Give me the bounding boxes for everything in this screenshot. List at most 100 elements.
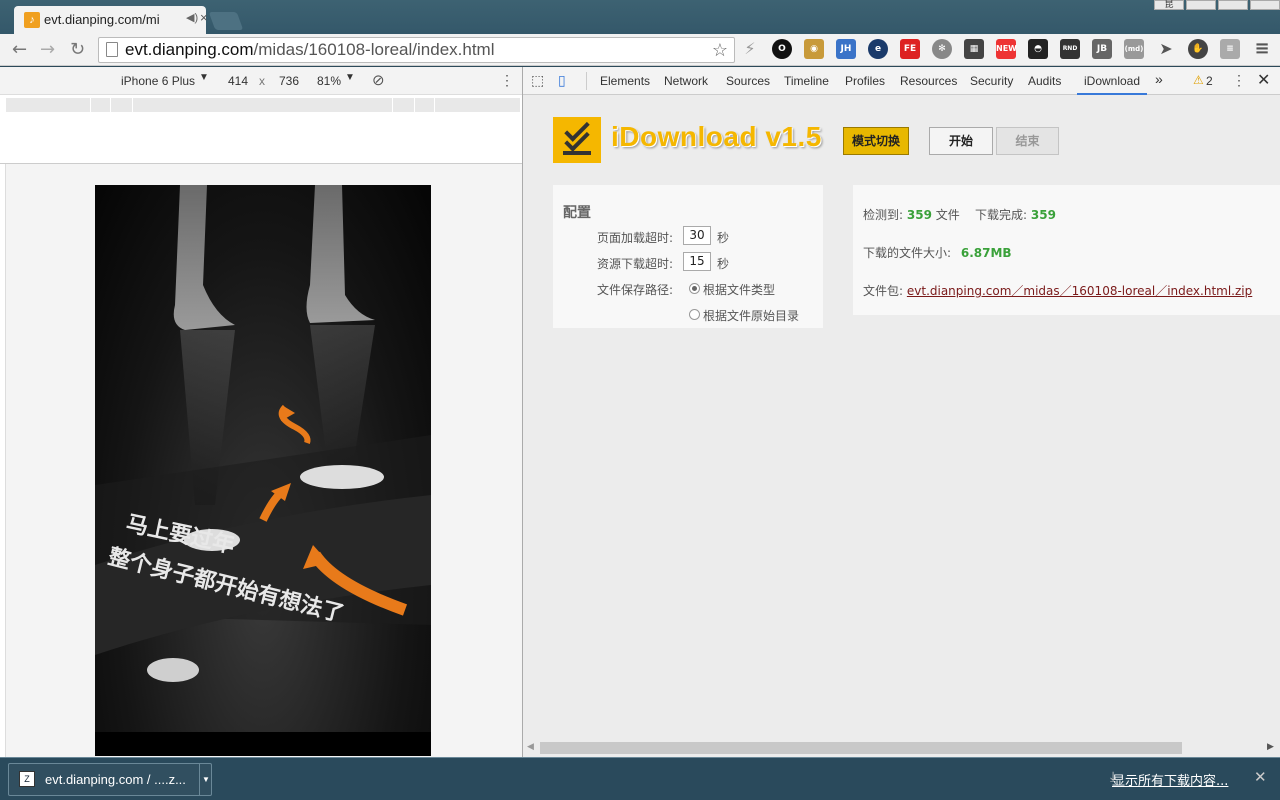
done-count: 359 <box>1030 208 1056 222</box>
device-width[interactable]: 414 <box>228 74 248 88</box>
md-extension-icon[interactable]: (md) <box>1124 39 1144 59</box>
tab-elements[interactable]: Elements <box>600 74 650 88</box>
close-devtools-icon[interactable]: ✕ <box>1257 70 1270 90</box>
right-foot <box>306 185 375 323</box>
scroll-left-icon[interactable]: ◀ <box>527 742 534 752</box>
minimize-button[interactable] <box>1186 0 1216 10</box>
devtools-menu-icon[interactable]: ⋮ <box>1232 72 1246 89</box>
page-timeout-label: 页面加载超时: <box>597 231 674 245</box>
detected-unit: 文件 <box>935 208 960 222</box>
more-tabs-icon[interactable]: » <box>1155 71 1163 87</box>
devtools-tab-bar: ⬚ ▯ Elements Network Sources Timeline Pr… <box>523 67 1280 95</box>
dimension-separator: x <box>259 74 265 88</box>
radio-by-type[interactable] <box>689 283 700 294</box>
device-mode-icon[interactable]: ▯ <box>558 72 566 89</box>
scrollbar-thumb[interactable] <box>540 742 1182 754</box>
reload-icon[interactable]: ↻ <box>70 39 85 60</box>
warning-icon[interactable]: ⚠ <box>1193 73 1204 87</box>
new-tab-button[interactable] <box>208 12 244 30</box>
tab-audits[interactable]: Audits <box>1028 74 1061 88</box>
scroll-right-icon[interactable]: ▶ <box>1267 742 1274 752</box>
done-line: 下载完成: 359 <box>975 206 1056 223</box>
tab-title: evt.dianping.com/mi <box>44 12 160 27</box>
white-footprint <box>300 465 384 489</box>
media-query-ruler[interactable] <box>6 98 520 112</box>
warning-count[interactable]: 2 <box>1206 74 1213 88</box>
resource-timeout-input[interactable]: 15 <box>683 252 711 271</box>
cursor-extension-icon[interactable]: ➤ <box>1156 39 1176 59</box>
hand-extension-icon[interactable]: ✋ <box>1188 39 1208 59</box>
download-extension-icon[interactable]: ≡ <box>1220 39 1240 59</box>
more-options-icon[interactable]: ⋮ <box>500 72 514 89</box>
white-footprint <box>147 658 199 682</box>
browser-tab[interactable]: ♪ evt.dianping.com/mi ◀) × <box>14 6 208 34</box>
detected-line: 检测到: 359 文件 <box>863 206 960 223</box>
size-line: 下载的文件大小: 6.87MB <box>863 244 1012 261</box>
download-item[interactable]: Z evt.dianping.com / ....z... ▼ <box>8 763 212 796</box>
tab-profiles[interactable]: Profiles <box>845 74 885 88</box>
config-box: 配置 页面加载超时: 30 秒 资源下载超时: 15 秒 文件保存路径: 根据文… <box>553 185 823 328</box>
close-tab-icon[interactable]: × <box>200 10 208 25</box>
circle-extension-icon[interactable]: O <box>772 39 792 59</box>
cookie-extension-icon[interactable]: ◉ <box>804 39 824 59</box>
download-options-icon[interactable]: ▼ <box>199 764 212 795</box>
download-item-name: evt.dianping.com / ....z... <box>45 772 186 787</box>
device-height[interactable]: 736 <box>279 74 299 88</box>
config-heading: 配置 <box>563 205 591 221</box>
idownload-title: iDownload v1.5 <box>611 121 822 152</box>
radio-by-original-label[interactable]: 根据文件原始目录 <box>703 307 799 324</box>
tab-security[interactable]: Security <box>970 74 1013 88</box>
address-bar[interactable]: evt.dianping.com/midas/160108-loreal/ind… <box>98 37 735 63</box>
inspect-element-icon[interactable]: ⬚ <box>531 72 544 89</box>
tab-timeline[interactable]: Timeline <box>784 74 829 88</box>
user-badge[interactable]: 昆 <box>1154 0 1184 10</box>
tab-sources[interactable]: Sources <box>726 74 770 88</box>
spy-extension-icon[interactable]: ◓ <box>1028 39 1048 59</box>
radio-by-original[interactable] <box>689 309 700 320</box>
tab-idownload[interactable]: iDownload <box>1077 74 1148 95</box>
window-controls: 昆 <box>1152 0 1280 10</box>
jb-extension-icon[interactable]: JB <box>1092 39 1112 59</box>
bookmark-star-icon[interactable]: ☆ <box>712 38 728 62</box>
resource-timeout-label: 资源下载超时: <box>597 257 674 271</box>
download-shelf: Z evt.dianping.com / ....z... ▼ ⤓ 显示所有下载… <box>0 757 1280 800</box>
rotate-icon[interactable]: ⊘ <box>372 71 385 89</box>
gear-extension-icon[interactable]: ✻ <box>932 39 952 59</box>
tab-resources[interactable]: Resources <box>900 74 957 88</box>
forward-arrow-icon[interactable]: → <box>40 39 55 60</box>
close-shelf-icon[interactable]: ✕ <box>1254 768 1267 786</box>
detected-count: 359 <box>906 208 932 222</box>
stop-button[interactable]: 结束 <box>996 127 1059 155</box>
fe-extension-icon[interactable]: FE <box>900 39 920 59</box>
idownload-panel: iDownload v1.5 模式切换 开始 结束 配置 页面加载超时: 30 … <box>523 95 1280 740</box>
page-timeout-input[interactable]: 30 <box>683 226 711 245</box>
qr-code-extension-icon[interactable]: ▦ <box>964 39 984 59</box>
maximize-button[interactable] <box>1218 0 1248 10</box>
e-extension-icon[interactable]: e <box>868 39 888 59</box>
device-dropdown-icon[interactable]: ▼ <box>199 72 209 83</box>
lightning-extension-icon[interactable]: ⚡ <box>740 39 760 59</box>
zoom-select[interactable]: 81% <box>317 74 341 88</box>
phone-screen[interactable]: 马上要过年 整个身子都开始有想法了 <box>95 185 431 756</box>
save-path-label: 文件保存路径: <box>597 283 674 297</box>
package-link[interactable]: evt.dianping.com／midas／160108-loreal／ind… <box>907 284 1252 298</box>
random-string-extension-icon[interactable]: RND <box>1060 39 1080 59</box>
page-icon <box>106 42 118 57</box>
zoom-dropdown-icon[interactable]: ▼ <box>345 72 355 83</box>
back-arrow-icon[interactable]: ← <box>12 39 27 60</box>
mode-switch-button[interactable]: 模式切换 <box>843 127 909 155</box>
phone-artwork: 马上要过年 整个身子都开始有想法了 <box>95 185 431 756</box>
show-all-downloads-link[interactable]: 显示所有下载内容... <box>1112 770 1228 789</box>
menu-icon[interactable]: ≡ <box>1252 39 1272 59</box>
device-select[interactable]: iPhone 6 Plus <box>121 74 195 88</box>
close-window-button[interactable] <box>1250 0 1280 10</box>
resource-timeout-unit: 秒 <box>717 257 730 271</box>
horizontal-scrollbar[interactable]: ◀ ▶ <box>523 740 1280 757</box>
start-button[interactable]: 开始 <box>929 127 993 155</box>
jh-extension-icon[interactable]: JH <box>836 39 856 59</box>
page-timeout-unit: 秒 <box>717 231 730 245</box>
radio-by-type-label[interactable]: 根据文件类型 <box>703 281 775 298</box>
new-extension-icon[interactable]: NEW <box>996 39 1017 59</box>
tab-network[interactable]: Network <box>664 74 708 88</box>
audio-speaker-icon[interactable]: ◀) <box>186 11 198 24</box>
